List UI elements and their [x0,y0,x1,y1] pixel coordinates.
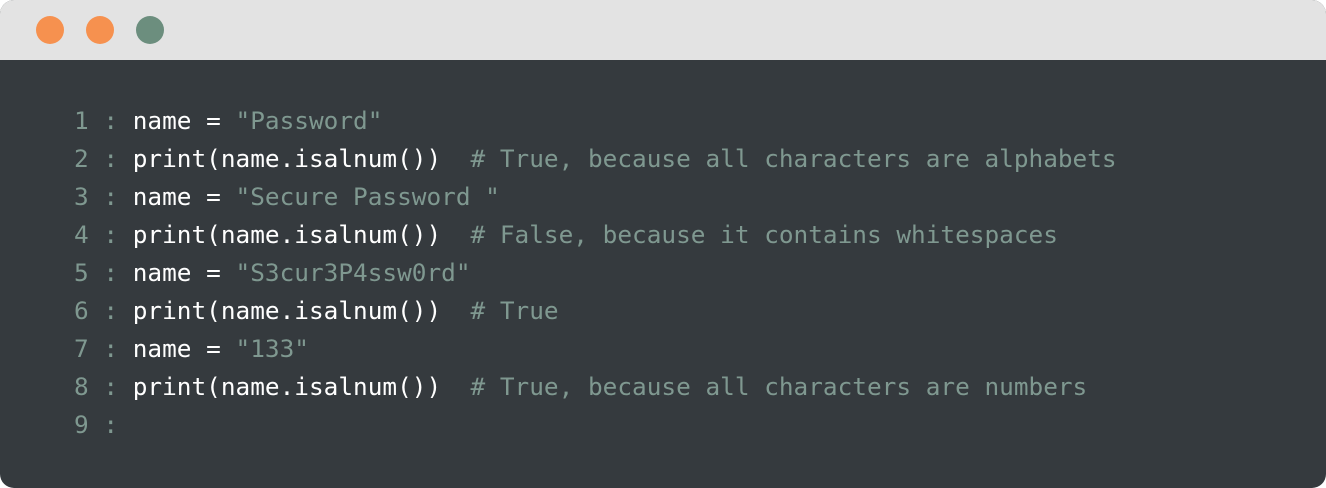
code-text: name = [132,334,236,363]
line-number: 2 [74,144,89,173]
close-dot-icon[interactable] [36,16,64,44]
line-number: 9 [74,410,89,439]
line-separator: : [88,106,133,135]
code-comment: # True [470,296,559,325]
code-line: 5 : name = "S3cur3P4ssw0rd" [74,254,471,292]
string-literal: "133" [235,334,309,363]
line-number: 5 [74,258,89,287]
window-titlebar [0,0,1326,60]
maximize-dot-icon[interactable] [136,16,164,44]
line-number: 6 [74,296,89,325]
code-text: name = [132,106,236,135]
code-line: 4 : print(name.isalnum()) # False, becau… [74,216,1058,254]
code-text: print(name.isalnum()) [132,220,471,249]
code-comment: # False, because it contains whitespaces [470,220,1058,249]
line-separator: : [88,410,119,439]
line-separator: : [88,372,133,401]
code-line: 7 : name = "133" [74,330,309,368]
string-literal: "Password" [235,106,383,135]
code-window: 1 : name = "Password" 2 : print(name.isa… [0,0,1326,488]
line-number: 7 [74,334,89,363]
line-separator: : [88,144,133,173]
code-editor: 1 : name = "Password" 2 : print(name.isa… [0,60,1326,488]
code-text: name = [132,182,236,211]
code-text: print(name.isalnum()) [132,144,471,173]
code-line: 3 : name = "Secure Password " [74,178,500,216]
code-text: print(name.isalnum()) [132,372,471,401]
line-number: 3 [74,182,89,211]
line-number: 4 [74,220,89,249]
code-text: print(name.isalnum()) [132,296,471,325]
code-line: 8 : print(name.isalnum()) # True, becaus… [74,368,1087,406]
minimize-dot-icon[interactable] [86,16,114,44]
code-line: 1 : name = "Password" [74,102,382,140]
line-number: 1 [74,106,89,135]
string-literal: "S3cur3P4ssw0rd" [235,258,471,287]
code-comment: # True, because all characters are alpha… [470,144,1117,173]
code-comment: # True, because all characters are numbe… [470,372,1088,401]
line-separator: : [88,220,133,249]
line-separator: : [88,182,133,211]
code-text: name = [132,258,236,287]
code-line: 2 : print(name.isalnum()) # True, becaus… [74,140,1117,178]
line-number: 8 [74,372,89,401]
string-literal: "Secure Password " [235,182,500,211]
line-separator: : [88,296,133,325]
code-line: 9 : [74,406,118,444]
line-separator: : [88,334,133,363]
line-separator: : [88,258,133,287]
code-line: 6 : print(name.isalnum()) # True [74,292,559,330]
